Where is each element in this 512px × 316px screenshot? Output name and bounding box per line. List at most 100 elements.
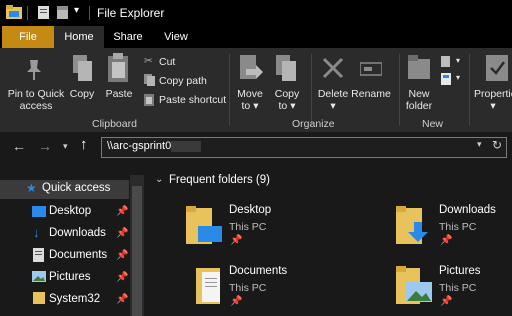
pin-icon: 📌 bbox=[116, 272, 129, 283]
copy-to-button[interactable]: Copy to ▾ bbox=[271, 88, 303, 112]
desktop-folder-icon[interactable] bbox=[186, 206, 222, 244]
organize-group-label: Organize bbox=[292, 118, 335, 130]
paste-button[interactable]: Paste bbox=[103, 88, 135, 100]
pin-icon bbox=[27, 60, 41, 80]
frequent-folders-header[interactable]: Frequent folders (9) bbox=[169, 174, 270, 186]
up-arrow-icon[interactable]: ↑ bbox=[80, 136, 88, 153]
move-to-label: Move bbox=[237, 88, 263, 100]
properties-label: Propertie bbox=[474, 88, 512, 100]
collapse-chevron-icon[interactable]: ⌄ bbox=[155, 174, 163, 185]
new-folder-label: New bbox=[408, 88, 430, 100]
paste-shortcut-icon bbox=[144, 94, 154, 106]
folder-icon bbox=[33, 292, 45, 304]
folder-location: This PC bbox=[229, 221, 267, 233]
copy-button[interactable]: Copy bbox=[66, 88, 98, 100]
pin-icon: 📌 bbox=[116, 228, 129, 239]
nav-item-downloads[interactable]: Downloads bbox=[49, 227, 106, 239]
folder-location: This PC bbox=[439, 221, 477, 233]
nav-scrollbar-thumb[interactable] bbox=[132, 186, 142, 316]
folder-location: This PC bbox=[439, 282, 477, 294]
delete-label: Delete bbox=[317, 88, 349, 100]
address-dropdown-icon[interactable]: ▾ bbox=[477, 139, 482, 150]
copy-to-label: Copy bbox=[274, 88, 300, 100]
ribbon-separator-2 bbox=[311, 54, 312, 126]
recent-locations-icon[interactable]: ▾ bbox=[63, 141, 68, 152]
pin-icon: 📌 bbox=[440, 235, 453, 246]
nav-item-documents[interactable]: Documents bbox=[49, 249, 107, 261]
downloads-icon: ↓ bbox=[33, 225, 40, 240]
copy-to-label-2: to ▾ bbox=[278, 100, 296, 112]
ribbon-separator bbox=[229, 54, 230, 126]
cut-button[interactable]: Cut bbox=[159, 56, 175, 68]
nav-quick-access[interactable]: Quick access bbox=[42, 182, 110, 194]
properties-button[interactable]: Propertie ▾ bbox=[474, 88, 512, 112]
forward-arrow-icon[interactable]: → bbox=[38, 138, 52, 154]
window-title: File Explorer bbox=[97, 6, 165, 20]
folder-name-downloads[interactable]: Downloads bbox=[439, 204, 496, 216]
nav-item-system32[interactable]: System32 bbox=[49, 293, 100, 305]
pictures-folder-icon[interactable] bbox=[396, 266, 432, 304]
nav-item-pictures[interactable]: Pictures bbox=[49, 271, 91, 283]
refresh-icon[interactable]: ↻ bbox=[492, 138, 502, 152]
properties-dropdown-icon: ▾ bbox=[490, 100, 496, 112]
desktop-icon bbox=[32, 206, 46, 217]
back-arrow-icon[interactable]: ← bbox=[12, 138, 26, 154]
tab-home[interactable]: Home bbox=[54, 26, 104, 48]
folder-name-pictures[interactable]: Pictures bbox=[439, 265, 481, 277]
delete-dropdown-icon: ▾ bbox=[330, 100, 336, 112]
tab-share[interactable]: Share bbox=[104, 26, 152, 48]
new-folder-quick-icon[interactable] bbox=[57, 6, 68, 19]
easy-access-icon[interactable] bbox=[441, 73, 453, 85]
star-icon: ★ bbox=[26, 181, 37, 195]
pin-label-1: Pin to Quick bbox=[7, 88, 65, 100]
pin-icon: 📌 bbox=[440, 296, 453, 307]
scissors-icon: ✂ bbox=[144, 55, 153, 67]
clipboard-group-label: Clipboard bbox=[92, 118, 137, 130]
copy-path-icon bbox=[144, 74, 155, 86]
customize-toolbar-icon[interactable]: ▾ bbox=[74, 5, 79, 16]
downloads-folder-icon[interactable] bbox=[396, 206, 432, 244]
tab-view[interactable]: View bbox=[152, 26, 200, 48]
new-group-label: New bbox=[422, 118, 444, 130]
paste-shortcut-button[interactable]: Paste shortcut bbox=[159, 94, 226, 106]
title-divider-2 bbox=[89, 6, 90, 20]
pin-to-quick-access-button[interactable]: Pin to Quick access bbox=[6, 88, 66, 112]
delete-x-icon bbox=[322, 57, 344, 79]
address-path: \\arc-gsprint01 bbox=[107, 140, 178, 152]
new-folder-icon bbox=[408, 55, 430, 79]
folder-name-documents[interactable]: Documents bbox=[229, 265, 287, 277]
pin-icon: 📌 bbox=[230, 235, 243, 246]
delete-button[interactable]: Delete ▾ bbox=[315, 88, 351, 112]
nav-item-desktop[interactable]: Desktop bbox=[49, 205, 91, 217]
folder-app-icon bbox=[6, 5, 22, 19]
easy-access-dropdown-icon[interactable]: ▾ bbox=[456, 73, 460, 82]
address-redacted bbox=[171, 141, 201, 152]
ribbon-separator-3 bbox=[399, 54, 400, 126]
tab-file[interactable]: File bbox=[2, 26, 54, 48]
properties-icon bbox=[486, 55, 508, 81]
documents-icon bbox=[33, 248, 44, 262]
copy-icon bbox=[73, 55, 92, 81]
pin-icon: 📌 bbox=[116, 294, 129, 305]
folder-name-desktop[interactable]: Desktop bbox=[229, 204, 271, 216]
title-divider bbox=[27, 6, 28, 20]
new-folder-label-2: folder bbox=[405, 100, 433, 112]
new-item-icon[interactable] bbox=[441, 56, 453, 67]
rename-button[interactable]: Rename bbox=[351, 88, 391, 100]
move-to-label-2: to ▾ bbox=[241, 100, 259, 112]
documents-folder-icon[interactable] bbox=[196, 266, 226, 304]
paste-icon bbox=[108, 53, 128, 82]
rename-icon bbox=[360, 62, 382, 76]
move-to-icon bbox=[240, 55, 263, 79]
copy-to-icon bbox=[276, 55, 296, 81]
ribbon-separator-4 bbox=[469, 54, 470, 126]
pin-icon: 📌 bbox=[230, 296, 243, 307]
pin-label-2: access bbox=[19, 100, 53, 112]
copy-path-button[interactable]: Copy path bbox=[159, 75, 207, 87]
new-item-dropdown-icon[interactable]: ▾ bbox=[456, 56, 460, 65]
new-folder-button[interactable]: New folder bbox=[401, 88, 437, 112]
move-to-button[interactable]: Move to ▾ bbox=[234, 88, 266, 112]
folder-location: This PC bbox=[229, 282, 267, 294]
properties-quick-icon[interactable] bbox=[38, 6, 49, 19]
pictures-icon bbox=[32, 271, 46, 282]
